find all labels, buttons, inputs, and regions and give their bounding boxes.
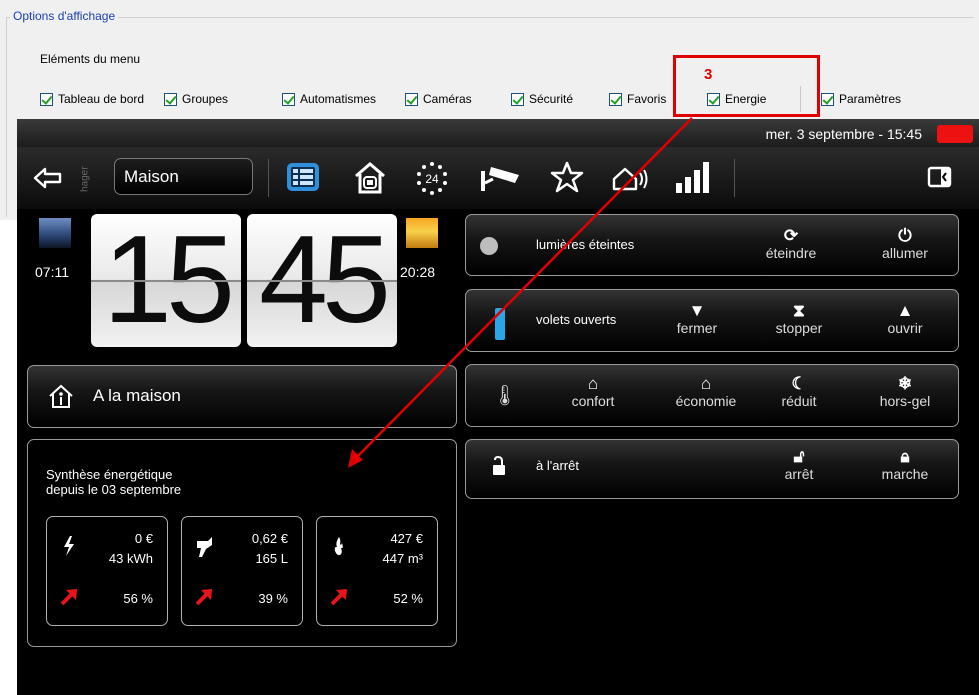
- annotation-number: 3: [704, 66, 713, 83]
- back-arrow-icon[interactable]: [31, 163, 65, 193]
- checkbox-checked-icon[interactable]: [609, 92, 622, 106]
- hager-brand-logo: hager: [79, 166, 91, 192]
- options-legend: Options d'affichage: [10, 9, 119, 23]
- sunrise-time: 07:11: [35, 264, 69, 280]
- status-bar: mer. 3 septembre - 15:45: [17, 119, 979, 147]
- water-quantity: 165 L: [255, 551, 288, 566]
- energy-bars-icon[interactable]: [674, 159, 714, 195]
- water-card[interactable]: 0,62 € 165 L 39 %: [181, 516, 303, 626]
- home-groups-icon[interactable]: [352, 161, 388, 195]
- sunset-image: [406, 218, 438, 248]
- checkbox-checked-icon[interactable]: [821, 92, 834, 106]
- gas-percent: 52 %: [393, 591, 423, 606]
- unlocked-padlock-icon: [490, 455, 510, 476]
- house-selector[interactable]: Maison: [114, 158, 253, 195]
- checkbox-checked-icon[interactable]: [405, 92, 418, 106]
- electricity-cost: 0 €: [134, 531, 153, 546]
- alarm-status: à l'arrêt: [536, 458, 579, 473]
- home-mode-button[interactable]: A la maison: [27, 365, 457, 428]
- lights-on-button[interactable]: ⏻ allumer: [870, 226, 940, 262]
- checkbox-tableau-de-bord[interactable]: Tableau de bord: [40, 91, 144, 107]
- sunrise-image: [39, 218, 71, 248]
- star-icon[interactable]: [549, 159, 585, 195]
- gas-cost: 427 €: [390, 531, 423, 546]
- shutter-status-icon: [495, 308, 505, 340]
- electricity-quantity: 43 kWh: [108, 551, 153, 566]
- checkbox-parametres[interactable]: Paramètres: [821, 91, 901, 107]
- toolbar-divider: [268, 159, 269, 197]
- shutters-open-button[interactable]: ▲ ouvrir: [870, 301, 940, 337]
- alarm-off-button[interactable]: 🔓︎ arrêt: [764, 447, 834, 483]
- sunset-time: 20:28: [400, 264, 436, 280]
- lightning-icon: [61, 535, 77, 557]
- camera-icon[interactable]: [479, 161, 523, 195]
- power-icon: ⏻: [898, 226, 912, 245]
- moon-icon: ☾: [791, 374, 807, 393]
- dashboard-icon[interactable]: [285, 161, 321, 193]
- menu-elements-label: Eléments du menu: [40, 52, 141, 66]
- heating-frost-button[interactable]: ❄ hors-gel: [870, 374, 940, 410]
- checkbox-checked-icon[interactable]: [164, 92, 177, 106]
- lights-panel: lumières éteintes ⟳ éteindre ⏻ allumer: [465, 214, 959, 276]
- shutters-stop-button[interactable]: ⧗ stopper: [764, 301, 834, 337]
- water-percent: 39 %: [258, 591, 288, 606]
- lights-off-button[interactable]: ⟳ éteindre: [756, 226, 826, 262]
- water-tap-icon: [196, 535, 212, 557]
- clock-hours: 15: [91, 214, 241, 347]
- unlocked-padlock-icon: 🔓︎: [793, 447, 805, 466]
- checkbox-checked-icon[interactable]: [40, 92, 53, 106]
- annotation-highlight-box: [673, 55, 820, 117]
- alert-indicator[interactable]: [937, 125, 973, 143]
- electricity-card[interactable]: 0 € 43 kWh 56 %: [46, 516, 168, 626]
- main-toolbar: hager Maison 24: [17, 147, 979, 209]
- gas-flame-icon: [331, 535, 347, 557]
- checkbox-cameras[interactable]: Caméras: [405, 91, 472, 107]
- mode-label: A la maison: [93, 386, 181, 405]
- svg-text:24: 24: [425, 172, 439, 186]
- thermometer-icon: 🌡: [492, 385, 518, 407]
- refresh-icon: ⟳: [783, 226, 799, 245]
- heating-comfort-button[interactable]: ⌂ confort: [558, 374, 628, 410]
- heating-economy-button[interactable]: ⌂ économie: [666, 374, 746, 410]
- trend-up-arrow-icon: [329, 587, 349, 607]
- shutters-status: volets ouverts: [536, 312, 617, 327]
- checkbox-securite[interactable]: Sécurité: [511, 91, 573, 107]
- alarm-panel: à l'arrêt 🔓︎ arrêt 🔒︎ marche: [465, 439, 959, 499]
- toolbar-divider: [734, 159, 735, 197]
- shutters-panel: volets ouverts ▼ fermer ⧗ stopper ▲ ouvr…: [465, 289, 959, 352]
- security-icon[interactable]: [611, 163, 655, 193]
- water-cost: 0,62 €: [251, 531, 288, 546]
- gas-card[interactable]: 427 € 447 m³ 52 %: [316, 516, 438, 626]
- clock-minutes: 45: [247, 214, 397, 347]
- economy-house-icon: ⌂: [700, 374, 712, 393]
- checkbox-automatismes[interactable]: Automatismes: [282, 91, 376, 107]
- triangle-down-icon: ▼: [688, 301, 706, 320]
- checkbox-checked-icon[interactable]: [282, 92, 295, 106]
- checkbox-favoris[interactable]: Favoris: [609, 91, 666, 107]
- automation-24-icon[interactable]: 24: [412, 161, 452, 195]
- trend-up-arrow-icon: [59, 587, 79, 607]
- snowflake-icon: ❄: [897, 374, 913, 393]
- checkbox-groupes[interactable]: Groupes: [164, 91, 228, 107]
- comfort-house-icon: ⌂: [587, 374, 599, 393]
- person-home-icon: [48, 383, 74, 409]
- heating-reduced-button[interactable]: ☾ réduit: [764, 374, 834, 410]
- triangle-up-icon: ▲: [896, 301, 914, 320]
- lights-status: lumières éteintes: [536, 237, 635, 252]
- exit-icon[interactable]: [925, 161, 955, 193]
- checkbox-checked-icon[interactable]: [511, 92, 524, 106]
- electricity-percent: 56 %: [123, 591, 153, 606]
- energy-summary-panel[interactable]: Synthèse énergétique depuis le 03 septem…: [27, 439, 457, 647]
- alarm-on-button[interactable]: 🔒︎ marche: [870, 447, 940, 483]
- gas-quantity: 447 m³: [382, 551, 423, 566]
- shutters-close-button[interactable]: ▼ fermer: [662, 301, 732, 337]
- trend-up-arrow-icon: [194, 587, 214, 607]
- status-datetime: mer. 3 septembre - 15:45: [765, 126, 922, 142]
- locked-padlock-icon: 🔒︎: [900, 447, 910, 466]
- lights-status-icon: [480, 237, 498, 255]
- hourglass-stop-icon: ⧗: [793, 301, 805, 320]
- energy-summary-title: Synthèse énergétique depuis le 03 septem…: [46, 467, 182, 497]
- heating-panel: 🌡 ⌂ confort ⌂ économie ☾ réduit ❄ hors-g…: [465, 364, 959, 427]
- home-automation-screen: mer. 3 septembre - 15:45 hager Maison 24: [17, 119, 979, 695]
